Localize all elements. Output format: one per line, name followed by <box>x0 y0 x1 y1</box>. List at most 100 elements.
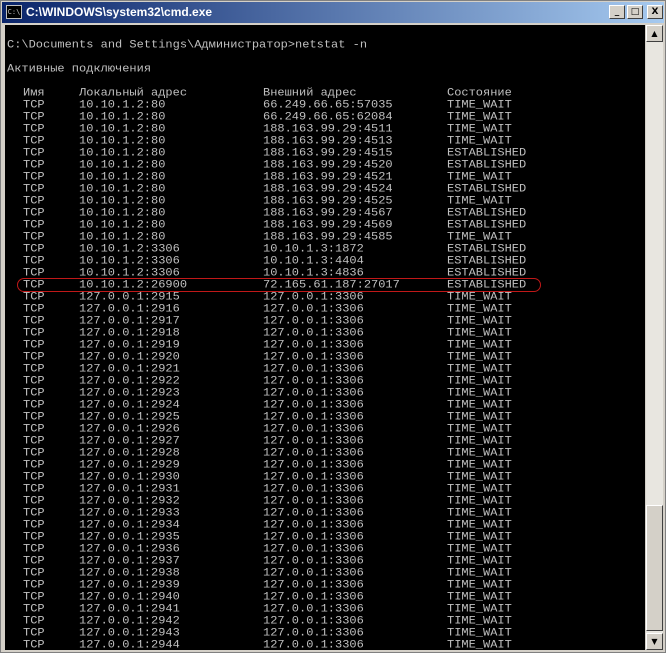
connection-proto: TCP <box>23 338 45 352</box>
connection-local: 127.0.0.1:2940 <box>79 590 180 604</box>
connection-row: TCP 127.0.0.1:2934 127.0.0.1:3306 TIME_WAIT <box>7 519 627 530</box>
connection-row: TCP 127.0.0.1:2916 127.0.0.1:3306 TIME_WAIT <box>7 303 627 314</box>
connection-state: TIME_WAIT <box>447 446 512 460</box>
connection-proto: TCP <box>23 602 45 616</box>
connection-state: TIME_WAIT <box>447 482 512 496</box>
connection-row: TCP 127.0.0.1:2918 127.0.0.1:3306 TIME_WAIT <box>7 327 627 338</box>
connection-state: TIME_WAIT <box>447 578 512 592</box>
connection-state: ESTABLISHED <box>447 206 527 220</box>
maximize-button[interactable]: □ <box>627 5 643 19</box>
connection-proto: TCP <box>23 506 45 520</box>
connection-row: TCP 127.0.0.1:2933 127.0.0.1:3306 TIME_WAIT <box>7 507 627 518</box>
connection-foreign: 127.0.0.1:3306 <box>263 458 364 472</box>
connection-row: TCP 127.0.0.1:2929 127.0.0.1:3306 TIME_WAIT <box>7 459 627 470</box>
connection-local: 10.10.1.2:80 <box>79 158 166 172</box>
connection-local: 127.0.0.1:2944 <box>79 638 180 650</box>
connection-foreign: 188.163.99.29:4515 <box>263 146 393 160</box>
connection-local: 10.10.1.2:80 <box>79 230 166 244</box>
connection-local: 127.0.0.1:2937 <box>79 554 180 568</box>
connection-local: 127.0.0.1:2915 <box>79 290 180 304</box>
close-button[interactable]: X <box>647 5 663 19</box>
connection-local: 127.0.0.1:2943 <box>79 626 180 640</box>
connection-local: 10.10.1.2:80 <box>79 218 166 232</box>
window-title: C:\WINDOWS\system32\cmd.exe <box>26 5 213 19</box>
connection-foreign: 127.0.0.1:3306 <box>263 638 364 650</box>
connection-foreign: 127.0.0.1:3306 <box>263 434 364 448</box>
cmd-app-icon[interactable]: C:\ <box>6 5 22 19</box>
connection-state: TIME_WAIT <box>447 110 512 124</box>
connection-proto: TCP <box>23 350 45 364</box>
connection-row: TCP 127.0.0.1:2925 127.0.0.1:3306 TIME_WAIT <box>7 411 627 422</box>
connection-state: ESTABLISHED <box>447 254 527 268</box>
connection-proto: TCP <box>23 518 45 532</box>
connection-proto: TCP <box>23 242 45 256</box>
maximize-icon: □ <box>630 7 640 17</box>
connection-state: TIME_WAIT <box>447 122 512 136</box>
connection-foreign: 127.0.0.1:3306 <box>263 398 364 412</box>
connection-row: TCP 127.0.0.1:2924 127.0.0.1:3306 TIME_WAIT <box>7 399 627 410</box>
connection-foreign: 127.0.0.1:3306 <box>263 578 364 592</box>
connection-state: TIME_WAIT <box>447 530 512 544</box>
connection-row: TCP 10.10.1.2:80 188.163.99.29:4513 TIME_WA… <box>7 135 627 146</box>
connection-local: 10.10.1.2:3306 <box>79 242 180 256</box>
connection-proto: TCP <box>23 314 45 328</box>
connection-local: 127.0.0.1:2921 <box>79 362 180 376</box>
connection-row: TCP 127.0.0.1:2943 127.0.0.1:3306 TIME_WAIT <box>7 627 627 638</box>
connection-local: 127.0.0.1:2933 <box>79 506 180 520</box>
connection-row: TCP 10.10.1.2:80 66.249.66.65:62084 TIME_WA… <box>7 111 627 122</box>
connection-proto: TCP <box>23 170 45 184</box>
connection-row: TCP 127.0.0.1:2931 127.0.0.1:3306 TIME_WAIT <box>7 483 627 494</box>
connection-state: TIME_WAIT <box>447 638 512 650</box>
connection-state: ESTABLISHED <box>447 158 527 172</box>
connection-local: 127.0.0.1:2930 <box>79 470 180 484</box>
connection-proto: TCP <box>23 614 45 628</box>
connection-proto: TCP <box>23 590 45 604</box>
connection-local: 127.0.0.1:2920 <box>79 350 180 364</box>
connection-proto: TCP <box>23 290 45 304</box>
connection-row: TCP 10.10.1.2:80 188.163.99.29:4525 TIME_WA… <box>7 195 627 206</box>
connection-proto: TCP <box>23 410 45 424</box>
connection-row: TCP 127.0.0.1:2942 127.0.0.1:3306 TIME_WAIT <box>7 615 627 626</box>
arrow-down-icon: ▼ <box>651 637 658 646</box>
connection-proto: TCP <box>23 194 45 208</box>
connection-state: TIME_WAIT <box>447 434 512 448</box>
connection-state: TIME_WAIT <box>447 338 512 352</box>
connection-state: TIME_WAIT <box>447 194 512 208</box>
connection-foreign: 188.163.99.29:4524 <box>263 182 393 196</box>
connection-proto: TCP <box>23 254 45 268</box>
connection-state: TIME_WAIT <box>447 554 512 568</box>
connection-local: 127.0.0.1:2916 <box>79 302 180 316</box>
connection-row: TCP 127.0.0.1:2939 127.0.0.1:3306 TIME_WAIT <box>7 579 627 590</box>
connection-local: 127.0.0.1:2936 <box>79 542 180 556</box>
connection-row: TCP 127.0.0.1:2920 127.0.0.1:3306 TIME_WAIT <box>7 351 627 362</box>
minimize-button[interactable]: _ <box>609 5 625 19</box>
connection-foreign: 10.10.1.3:4404 <box>263 254 364 268</box>
connection-state: TIME_WAIT <box>447 590 512 604</box>
connection-row: TCP 127.0.0.1:2941 127.0.0.1:3306 TIME_WAIT <box>7 603 627 614</box>
connection-foreign: 188.163.99.29:4521 <box>263 170 393 184</box>
connection-foreign: 188.163.99.29:4513 <box>263 134 393 148</box>
connection-row: TCP 10.10.1.2:80 188.163.99.29:4585 TIME_WA… <box>7 231 627 242</box>
connection-row: TCP 10.10.1.2:3306 10.10.1.3:4836 ESTABLISH… <box>7 267 627 278</box>
connection-foreign: 127.0.0.1:3306 <box>263 362 364 376</box>
connection-state: ESTABLISHED <box>447 146 527 160</box>
connection-proto: TCP <box>23 146 45 160</box>
console-output[interactable]: C:\Documents and Settings\Администратор>… <box>5 25 645 650</box>
title-bar[interactable]: C:\ C:\WINDOWS\system32\cmd.exe _ □ X <box>2 2 664 23</box>
connection-proto: TCP <box>23 158 45 172</box>
scroll-down-button[interactable]: ▼ <box>646 633 663 650</box>
connection-foreign: 127.0.0.1:3306 <box>263 386 364 400</box>
connection-row: TCP 10.10.1.2:80 188.163.99.29:4524 ESTABLI… <box>7 183 627 194</box>
scroll-up-button[interactable]: ▲ <box>646 25 663 42</box>
connection-local: 127.0.0.1:2918 <box>79 326 180 340</box>
connection-local: 10.10.1.2:80 <box>79 194 166 208</box>
scroll-thumb[interactable] <box>646 505 663 631</box>
command-line: C:\Documents and Settings\Администратор>… <box>7 38 368 52</box>
connection-proto: TCP <box>23 98 45 112</box>
connection-proto: TCP <box>23 182 45 196</box>
connection-proto: TCP <box>23 494 45 508</box>
connection-state: TIME_WAIT <box>447 362 512 376</box>
connection-row: TCP 127.0.0.1:2937 127.0.0.1:3306 TIME_WAIT <box>7 555 627 566</box>
vertical-scrollbar[interactable]: ▲ ▼ <box>646 25 663 650</box>
connection-state: ESTABLISHED <box>447 266 527 280</box>
